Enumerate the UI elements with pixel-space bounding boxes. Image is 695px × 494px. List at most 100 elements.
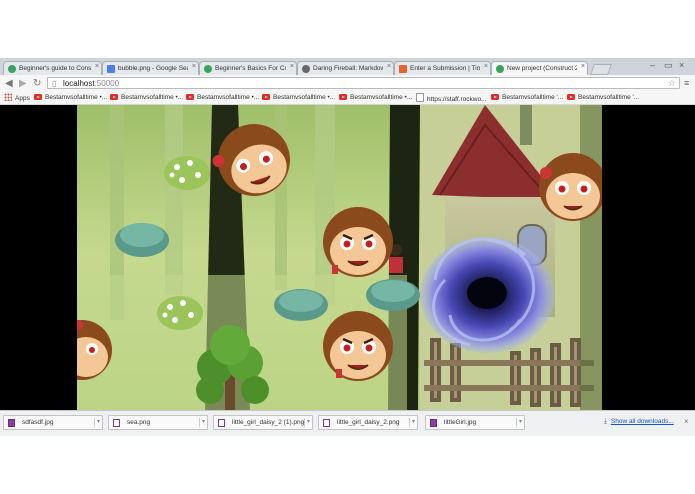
address-bar[interactable]: ▯ localhost:50000 ☆: [47, 77, 680, 89]
page-icon: ▯: [52, 79, 57, 88]
bush: [274, 289, 328, 321]
chevron-down-icon[interactable]: ▾: [408, 418, 415, 427]
url-host: localhost: [63, 79, 95, 88]
page-icon: [416, 93, 424, 102]
flower-bush: [164, 156, 210, 190]
youtube-icon: [491, 94, 499, 100]
tab-favicon-icon: [302, 65, 310, 73]
youtube-icon: [186, 94, 194, 100]
tab-close-icon[interactable]: ×: [290, 63, 294, 70]
bookmark-label: https://staff.rockwo...: [427, 96, 487, 103]
bush: [115, 223, 169, 257]
chevron-down-icon[interactable]: ▾: [515, 418, 522, 427]
youtube-icon: [339, 94, 347, 100]
reload-icon[interactable]: ↻: [33, 78, 41, 89]
bookmark-item[interactable]: Bestamvsofalltime •...: [110, 93, 183, 103]
tab-close-icon[interactable]: ×: [95, 63, 99, 70]
tab-4[interactable]: Daring Fireball: Markdow ×: [297, 61, 394, 75]
bookmark-item[interactable]: Bestamvsofalltime •...: [262, 93, 335, 103]
bookmark-item[interactable]: Bestamvsofalltime '...: [491, 93, 563, 103]
youtube-icon: [110, 94, 118, 100]
game-viewport[interactable]: [0, 105, 695, 410]
youtube-icon: [262, 94, 270, 100]
bookmark-label: Bestamvsofalltime •...: [197, 94, 260, 101]
apps-icon: [4, 93, 12, 101]
tab-strip: Beginner's guide to Cons × bubble.png - …: [0, 58, 695, 75]
close-window-icon[interactable]: ×: [679, 60, 684, 70]
tab-close-icon[interactable]: ×: [387, 63, 391, 70]
game-scene: [0, 105, 695, 410]
monkey-enemy: [323, 207, 393, 277]
browser-window: Beginner's guide to Cons × bubble.png - …: [0, 58, 695, 436]
download-item[interactable]: sdfasdf.jpg ▾: [3, 415, 103, 430]
tab-title: Beginner's guide to Cons: [19, 65, 91, 72]
tab-6-active[interactable]: New project (Construct 2 ×: [491, 61, 588, 75]
download-icon: ⤓: [604, 418, 607, 425]
download-filename: little_girl_daisy_2.png: [337, 419, 400, 426]
download-filename: sdfasdf.jpg: [22, 419, 54, 426]
tab-title: Daring Fireball: Markdow: [313, 65, 383, 72]
bush: [366, 279, 420, 311]
monkey-enemy: [539, 153, 607, 221]
close-downloads-icon[interactable]: ×: [684, 417, 689, 426]
tab-close-icon[interactable]: ×: [581, 63, 585, 70]
youtube-icon: [567, 94, 575, 100]
download-item[interactable]: littleGirl.jpg ▾: [425, 415, 525, 430]
bookmark-item[interactable]: Bestamvsofalltime •...: [186, 93, 259, 103]
tab-title: Enter a Submission | Tine: [410, 65, 480, 72]
download-filename: sea.png: [127, 419, 151, 426]
tab-5[interactable]: Enter a Submission | Tine ×: [394, 61, 491, 75]
chrome-menu-icon[interactable]: ≡: [684, 78, 689, 88]
image-file-icon: [8, 419, 15, 427]
tab-favicon-icon: [204, 65, 212, 73]
tab-favicon-icon: [399, 65, 407, 73]
tab-close-icon[interactable]: ×: [484, 63, 488, 70]
tab-3[interactable]: Beginner's Basics For Con ×: [199, 61, 297, 75]
bookmark-label: Bestamvsofalltime '...: [502, 94, 564, 101]
download-item[interactable]: little_girl_daisy_2 (1).png ▾: [213, 415, 313, 430]
bookmark-label: Bestamvsofalltime •...: [350, 94, 413, 101]
url-text: localhost:50000: [63, 78, 119, 89]
toolbar: ◀ ▶ ↻ ▯ localhost:50000 ☆ ≡: [0, 75, 695, 92]
chevron-down-icon[interactable]: ▾: [198, 418, 205, 427]
bookmark-label: Apps: [15, 95, 30, 102]
downloads-bar: sdfasdf.jpg ▾ sea.png ▾ little_girl_dais…: [0, 410, 695, 436]
tab-1[interactable]: Beginner's guide to Cons ×: [3, 61, 102, 75]
show-all-downloads-link[interactable]: ⤓ Show all downloads...: [604, 418, 674, 426]
bookmark-star-icon[interactable]: ☆: [668, 78, 676, 89]
bookmarks-bar: Apps Bestamvsofalltime •... Bestamvsofal…: [0, 92, 695, 105]
minimize-icon[interactable]: –: [650, 60, 655, 70]
chevron-down-icon[interactable]: ▾: [303, 418, 310, 427]
forward-icon[interactable]: ▶: [19, 78, 27, 89]
bookmark-item[interactable]: Bestamvsofalltime •...: [34, 93, 107, 103]
bookmark-label: Bestamvsofalltime •...: [45, 94, 108, 101]
bookmark-apps[interactable]: Apps: [4, 93, 30, 103]
tab-title: bubble.png - Google Sear: [118, 65, 188, 72]
tab-title: Beginner's Basics For Con: [215, 65, 286, 72]
file-icon: [113, 419, 120, 427]
new-tab-button[interactable]: [589, 64, 613, 75]
monkey-enemy: [323, 311, 393, 381]
chevron-down-icon[interactable]: ▾: [93, 418, 100, 427]
tab-2[interactable]: bubble.png - Google Sear ×: [102, 61, 199, 75]
back-icon[interactable]: ◀: [5, 78, 13, 89]
download-filename: littleGirl.jpg: [444, 419, 477, 426]
maximize-icon[interactable]: ▭: [664, 60, 673, 71]
download-item[interactable]: little_girl_daisy_2.png ▾: [318, 415, 418, 430]
tab-favicon-icon: [496, 65, 504, 73]
tab-close-icon[interactable]: ×: [192, 63, 196, 70]
bookmark-label: Bestamvsofalltime •...: [121, 94, 184, 101]
bookmark-item[interactable]: Bestamvsofalltime •...: [339, 93, 412, 103]
download-item[interactable]: sea.png ▾: [108, 415, 208, 430]
tab-favicon-icon: [107, 65, 115, 73]
bookmark-label: Bestamvsofalltime •...: [273, 94, 336, 101]
youtube-icon: [34, 94, 42, 100]
file-icon: [218, 419, 225, 427]
bookmark-item[interactable]: https://staff.rockwo...: [416, 93, 487, 103]
tab-title: New project (Construct 2: [507, 65, 577, 72]
bookmark-item[interactable]: Bestamvsofalltime '...: [567, 93, 639, 103]
bookmark-label: Bestamvsofalltime '...: [578, 94, 640, 101]
show-all-downloads-label: Show all downloads...: [610, 418, 674, 425]
file-icon: [323, 419, 330, 427]
image-file-icon: [430, 419, 437, 427]
